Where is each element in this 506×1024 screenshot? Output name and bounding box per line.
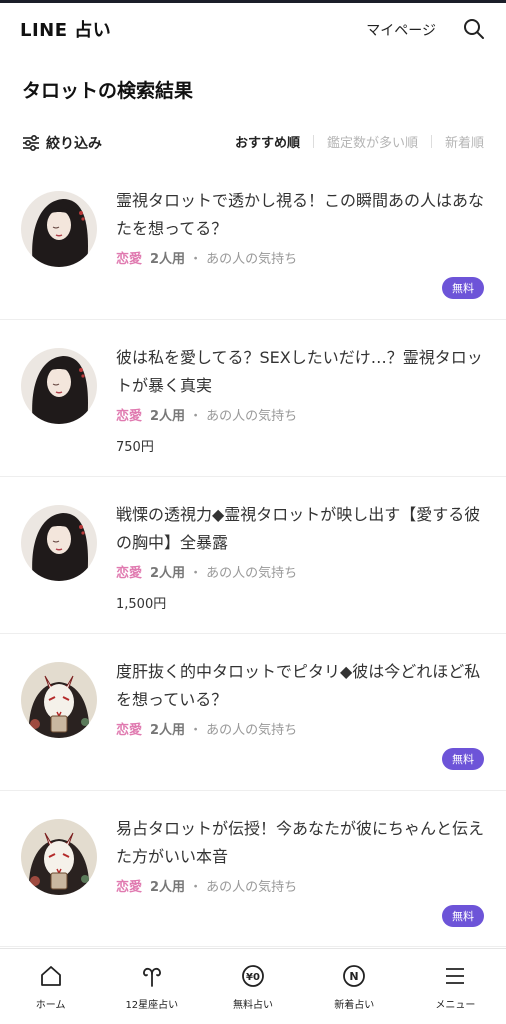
item-title[interactable]: 彼は私を愛してる？SEXしたいだけ…？霊視タロットが暴く真実	[116, 344, 484, 400]
list-item[interactable]: 彼は私を愛してる？SEXしたいだけ…？霊視タロットが暴く真実 恋愛 2人用 ・ …	[0, 320, 506, 477]
sort-newest[interactable]: 新着順	[445, 132, 484, 151]
category-label: 恋愛	[116, 252, 143, 267]
price-label: 750円	[116, 440, 154, 455]
users-label: 2人用	[150, 252, 186, 267]
new-icon: N	[341, 963, 367, 989]
filter-sort-bar: 絞り込み おすすめ順 鑑定数が多い順 新着順	[0, 128, 506, 158]
price-label: 1,500円	[116, 597, 167, 612]
sort-most-readings[interactable]: 鑑定数が多い順	[327, 132, 418, 151]
list-item[interactable]: 度肝抜く的中タロットでピタリ◆彼は今どれほど私を想っている？ 恋愛 2人用 ・ …	[0, 634, 506, 791]
nav-free[interactable]: ¥0 無料占い	[202, 949, 303, 1024]
nav-label: 12星座占い	[125, 1000, 179, 1011]
free-badge: 無料	[442, 748, 484, 770]
app-header: LINE 占い マイページ	[0, 3, 506, 53]
fortune-teller-avatar	[21, 819, 97, 895]
search-button[interactable]	[462, 17, 486, 41]
nav-label: メニュー	[435, 1000, 476, 1011]
nav-label: ホーム	[35, 1000, 66, 1011]
line-uranai-logo[interactable]: LINE 占い	[20, 16, 111, 42]
users-label: 2人用	[150, 409, 186, 424]
tag-label: あの人の気持ち	[206, 409, 298, 424]
bottom-nav: ホーム 12星座占い ¥0 無料占い N 新着占い メニュー	[0, 948, 506, 1024]
tag-label: あの人の気持ち	[206, 252, 298, 267]
users-label: 2人用	[150, 880, 186, 895]
search-icon	[464, 19, 484, 39]
nav-label: 無料占い	[233, 1000, 273, 1011]
tag-label: あの人の気持ち	[206, 566, 298, 581]
fortune-teller-avatar	[21, 348, 97, 424]
mypage-link[interactable]: マイページ	[366, 20, 436, 40]
aries-icon	[139, 963, 165, 989]
fortune-teller-avatar	[21, 191, 97, 267]
meta-separator: ・	[189, 252, 203, 267]
home-icon	[38, 963, 64, 989]
svg-text:N: N	[350, 970, 359, 983]
menu-icon	[442, 963, 468, 989]
meta-separator: ・	[189, 723, 203, 738]
nav-home[interactable]: ホーム	[0, 949, 101, 1024]
meta-separator: ・	[189, 566, 203, 581]
fortune-teller-avatar	[21, 662, 97, 738]
list-item[interactable]: 戦慄の透視力◆霊視タロットが映し出す【愛する彼の胸中】全暴露 恋愛 2人用 ・ …	[0, 477, 506, 634]
meta-separator: ・	[189, 880, 203, 895]
svg-text:¥0: ¥0	[246, 972, 260, 983]
page-title: タロットの検索結果	[22, 80, 194, 102]
item-title[interactable]: 易占タロットが伝授！今あなたが彼にちゃんと伝えた方がいい本音	[116, 815, 484, 871]
category-label: 恋愛	[116, 880, 143, 895]
filter-label: 絞り込み	[46, 136, 102, 152]
users-label: 2人用	[150, 566, 186, 581]
item-title[interactable]: 度肝抜く的中タロットでピタリ◆彼は今どれほど私を想っている？	[116, 658, 484, 714]
tag-label: あの人の気持ち	[206, 723, 298, 738]
nav-horoscope[interactable]: 12星座占い	[101, 949, 202, 1024]
yen-zero-icon: ¥0	[240, 963, 266, 989]
free-badge: 無料	[442, 905, 484, 927]
item-meta: 恋愛 2人用 ・ あの人の気持ち	[116, 248, 297, 267]
category-label: 恋愛	[116, 409, 143, 424]
sort-recommended[interactable]: おすすめ順	[235, 132, 300, 151]
sort-options: おすすめ順 鑑定数が多い順 新着順	[235, 132, 484, 151]
users-label: 2人用	[150, 723, 186, 738]
nav-label: 新着占い	[334, 1000, 375, 1011]
item-meta: 恋愛 2人用 ・ あの人の気持ち	[116, 405, 297, 424]
nav-menu[interactable]: メニュー	[405, 949, 506, 1024]
free-badge: 無料	[442, 277, 484, 299]
sort-divider	[430, 135, 432, 148]
item-title[interactable]: 霊視タロットで透かし視る！この瞬間あの人はあなたを想ってる？	[116, 187, 484, 243]
nav-new[interactable]: N 新着占い	[304, 949, 405, 1024]
item-meta: 恋愛 2人用 ・ あの人の気持ち	[116, 876, 297, 895]
sliders-icon	[23, 135, 39, 151]
result-list: 霊視タロットで透かし視る！この瞬間あの人はあなたを想ってる？ 恋愛 2人用 ・ …	[0, 163, 506, 947]
category-label: 恋愛	[116, 723, 143, 738]
fortune-teller-avatar	[21, 505, 97, 581]
category-label: 恋愛	[116, 566, 143, 581]
item-meta: 恋愛 2人用 ・ あの人の気持ち	[116, 562, 297, 581]
item-title[interactable]: 戦慄の透視力◆霊視タロットが映し出す【愛する彼の胸中】全暴露	[116, 501, 484, 557]
filter-button[interactable]: 絞り込み	[22, 131, 102, 155]
list-item[interactable]: 霊視タロットで透かし視る！この瞬間あの人はあなたを想ってる？ 恋愛 2人用 ・ …	[0, 163, 506, 320]
list-item[interactable]: 易占タロットが伝授！今あなたが彼にちゃんと伝えた方がいい本音 恋愛 2人用 ・ …	[0, 791, 506, 947]
meta-separator: ・	[189, 409, 203, 424]
tag-label: あの人の気持ち	[206, 880, 298, 895]
item-meta: 恋愛 2人用 ・ あの人の気持ち	[116, 719, 297, 738]
sort-divider	[312, 135, 314, 148]
